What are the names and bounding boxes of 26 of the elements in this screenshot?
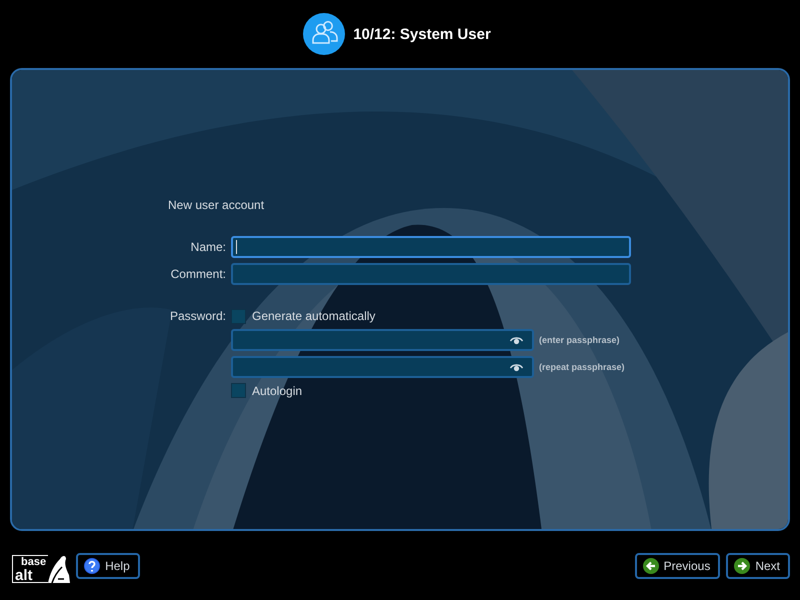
field-label: Name: bbox=[190, 240, 226, 254]
hint-text: (enter passphrase) bbox=[539, 335, 620, 345]
help-icon bbox=[84, 558, 100, 574]
field-label: Comment: bbox=[170, 267, 226, 281]
input-field[interactable] bbox=[231, 263, 631, 285]
left-arrow-icon bbox=[642, 558, 659, 574]
logo-text: base bbox=[20, 556, 46, 569]
right-arrow-icon bbox=[734, 558, 750, 574]
window-title: 10/12: System User bbox=[353, 26, 491, 42]
field-label: Password: bbox=[168, 309, 226, 323]
previous-button[interactable]: Previous bbox=[634, 552, 720, 578]
hint-text: (repeat passphrase) bbox=[539, 362, 625, 372]
checkbox[interactable] bbox=[231, 309, 246, 324]
logo-text: alt bbox=[15, 569, 34, 582]
password-field[interactable] bbox=[231, 356, 534, 378]
input-field[interactable] bbox=[231, 236, 631, 258]
eye-icon bbox=[510, 336, 523, 344]
next-button[interactable]: Next bbox=[726, 552, 790, 578]
section-title: New user account bbox=[168, 198, 266, 212]
eye-icon bbox=[510, 362, 523, 372]
help-button[interactable]: Help bbox=[76, 552, 140, 578]
checkbox-label: Generate automatically bbox=[252, 309, 376, 323]
checkbox[interactable] bbox=[231, 383, 246, 398]
checkbox-label: Autologin bbox=[252, 384, 302, 398]
password-field[interactable] bbox=[231, 329, 534, 351]
users-icon bbox=[303, 13, 346, 55]
